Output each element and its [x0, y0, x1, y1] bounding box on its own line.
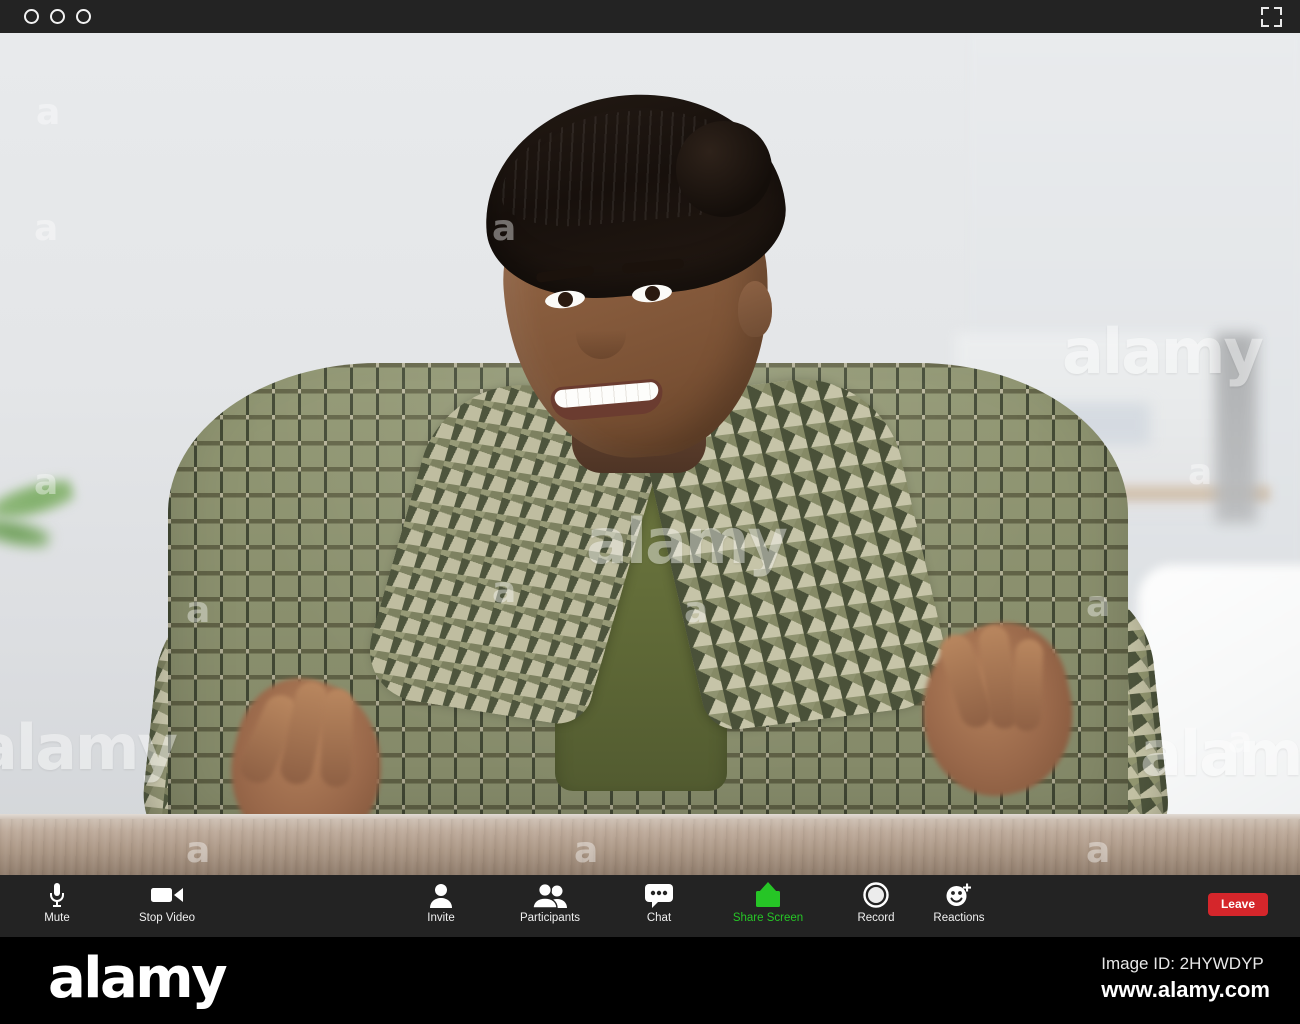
toolbar-button-chat[interactable]: Chat: [616, 881, 702, 931]
toolbar-label: Record: [857, 912, 895, 924]
toolbar-label: Reactions: [933, 912, 985, 924]
video-subject: [0, 33, 1300, 875]
website-url: www.alamy.com: [1101, 976, 1270, 1002]
people-icon: [533, 881, 567, 909]
share-screen-icon: [752, 881, 784, 909]
microphone-icon: [49, 881, 65, 909]
video-camera-icon: [150, 881, 184, 909]
leave-button[interactable]: Leave: [1207, 893, 1268, 916]
toolbar-label: Chat: [646, 912, 672, 924]
toolbar-label: Stop Video: [138, 912, 196, 924]
close-button[interactable]: [24, 9, 39, 24]
image-id-label: Image ID: 2HYWDYP: [1101, 954, 1264, 973]
toolbar-label: Mute: [44, 912, 70, 924]
toolbar-label: Participants: [519, 912, 581, 924]
toolbar-button-participants[interactable]: Participants: [507, 881, 593, 931]
toolbar-button-share-screen[interactable]: Share Screen: [725, 881, 811, 931]
toolbar-label: Invite: [427, 912, 455, 924]
zoom-button[interactable]: [76, 9, 91, 24]
video-call-window: alamy alamy alamy alamy a a a a a a a a …: [0, 0, 1300, 1024]
chat-bubble-icon: [644, 881, 674, 909]
window-titlebar: [0, 0, 1300, 33]
footer-credits: Image ID: 2HYWDYP www.alamy.com: [1101, 953, 1270, 1005]
toolbar-button-invite[interactable]: Invite: [398, 881, 484, 931]
window-controls: [24, 9, 91, 24]
subject-ear: [738, 281, 772, 337]
toolbar-button-stop-video[interactable]: Stop Video: [124, 881, 210, 931]
video-stage[interactable]: alamy alamy alamy alamy a a a a a a a a …: [0, 33, 1300, 875]
desk-surface: [0, 819, 1300, 875]
subject-nose: [576, 311, 626, 359]
subject-hair-bun: [676, 121, 772, 217]
record-circle-icon: [863, 881, 889, 909]
person-icon: [429, 881, 453, 909]
alamy-logo: alamy: [48, 946, 228, 1011]
toolbar-label: Share Screen: [732, 912, 804, 924]
toolbar-button-record[interactable]: Record: [833, 881, 919, 931]
toolbar-button-mute[interactable]: Mute: [14, 881, 100, 931]
toolbar-button-reactions[interactable]: Reactions: [916, 881, 1002, 931]
fullscreen-icon[interactable]: [1261, 7, 1282, 27]
smiley-plus-icon: [945, 881, 973, 909]
stock-footer: alamy Image ID: 2HYWDYP www.alamy.com: [0, 937, 1300, 1024]
call-toolbar: Mute Stop Video Invite Participants Chat…: [0, 875, 1300, 937]
minimize-button[interactable]: [50, 9, 65, 24]
